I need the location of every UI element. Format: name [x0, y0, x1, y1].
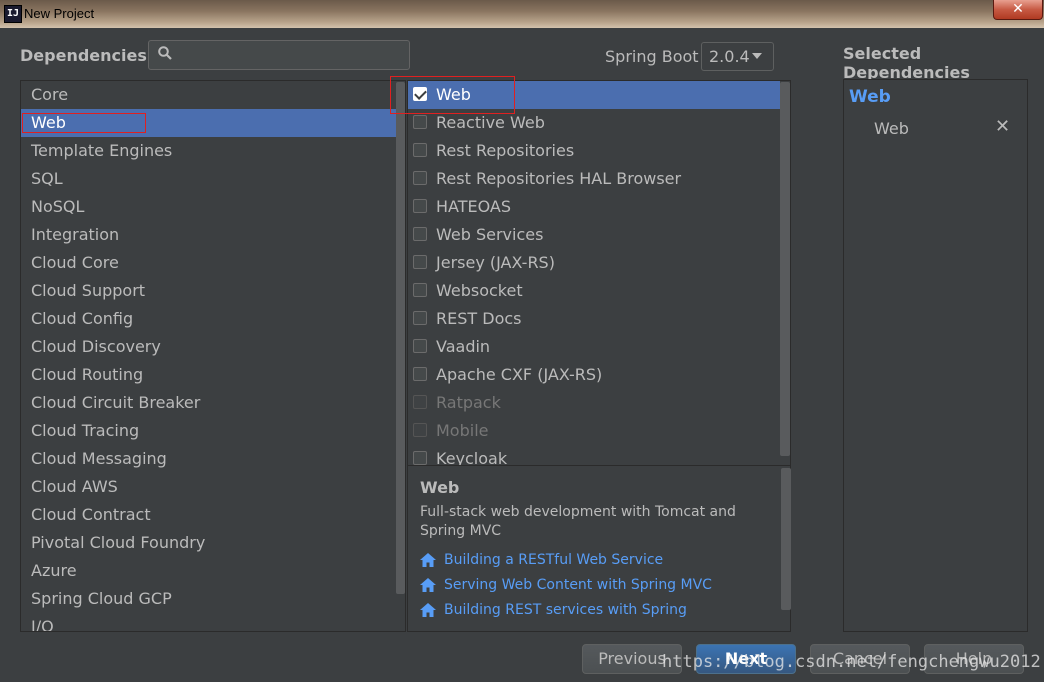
dependency-label: Websocket — [436, 281, 523, 300]
window-close-button[interactable]: ✕ — [993, 0, 1043, 20]
previous-button[interactable]: Previous — [582, 644, 682, 674]
dependency-item[interactable]: Web Services — [408, 221, 780, 249]
chevron-down-icon — [752, 53, 762, 59]
home-icon — [420, 578, 436, 592]
dependency-item[interactable]: Keycloak — [408, 445, 780, 466]
dependency-list[interactable]: Web Reactive Web Rest Repositories Rest Rep… — [407, 80, 791, 466]
dependency-checkbox[interactable] — [413, 255, 427, 269]
dependency-item[interactable]: Jersey (JAX-RS) — [408, 249, 780, 277]
dependency-item[interactable]: HATEOAS — [408, 193, 780, 221]
dependency-label: Rest Repositories — [436, 141, 575, 160]
dependency-checkbox[interactable] — [413, 115, 427, 129]
remove-dependency-icon[interactable]: ✕ — [995, 118, 1010, 136]
window-titlebar[interactable]: IJ New Project ✕ — [0, 0, 1044, 28]
dependency-checkbox[interactable] — [413, 283, 427, 297]
dependency-item[interactable]: Rest Repositories — [408, 137, 780, 165]
dependency-item[interactable]: Vaadin — [408, 333, 780, 361]
home-icon — [420, 553, 436, 567]
guide-link-label: Building REST services with Spring — [444, 602, 687, 618]
spring-boot-version-value: 2.0.4 — [709, 47, 750, 66]
description-text: Full-stack web development with Tomcat a… — [420, 504, 736, 539]
description-title: Web — [420, 478, 460, 497]
home-icon — [420, 603, 436, 617]
next-button[interactable]: Next — [696, 644, 796, 674]
dependency-checkbox[interactable] — [413, 227, 427, 241]
category-item[interactable]: Cloud Discovery — [21, 333, 405, 361]
dependency-item[interactable]: Rest Repositories HAL Browser — [408, 165, 780, 193]
dependency-label: REST Docs — [436, 309, 522, 328]
category-item[interactable]: SQL — [21, 165, 405, 193]
category-item[interactable]: NoSQL — [21, 193, 405, 221]
search-icon — [158, 46, 172, 60]
dependencies-label: Dependencies — [20, 46, 147, 65]
category-item[interactable]: Cloud AWS — [21, 473, 405, 501]
category-item[interactable]: Cloud Config — [21, 305, 405, 333]
category-item[interactable]: Cloud Contract — [21, 501, 405, 529]
dependency-list-scrollbar[interactable] — [780, 82, 790, 456]
category-item[interactable]: Cloud Circuit Breaker — [21, 389, 405, 417]
category-item[interactable]: Core — [21, 81, 405, 109]
selected-dependencies-label: Selected Dependencies — [843, 44, 970, 82]
dependency-checkbox[interactable] — [413, 143, 427, 157]
dependency-label: Mobile — [436, 421, 489, 440]
dependency-label: HATEOAS — [436, 197, 512, 216]
category-list-scrollbar[interactable] — [396, 82, 405, 594]
dependency-item[interactable]: Reactive Web — [408, 109, 780, 137]
selected-dependencies-panel — [843, 79, 1028, 632]
guide-link-label: Serving Web Content with Spring MVC — [444, 577, 712, 593]
dependency-item[interactable]: Websocket — [408, 277, 780, 305]
dependency-label: Ratpack — [436, 393, 501, 412]
category-item[interactable]: Spring Cloud GCP — [21, 585, 405, 613]
selected-group-title: Web — [849, 87, 891, 107]
description-scrollbar[interactable] — [781, 468, 791, 610]
category-item[interactable]: Integration — [21, 221, 405, 249]
category-item[interactable]: Cloud Tracing — [21, 417, 405, 445]
category-item[interactable]: Cloud Support — [21, 277, 405, 305]
intellij-app-icon: IJ — [4, 5, 22, 23]
category-item[interactable]: Azure — [21, 557, 405, 585]
dependency-label: Keycloak — [436, 449, 508, 466]
dependency-checkbox[interactable] — [413, 367, 427, 381]
category-item[interactable]: I/O — [21, 613, 405, 631]
help-button[interactable]: Help — [924, 644, 1024, 674]
dependency-checkbox[interactable] — [413, 451, 427, 465]
dependency-label: Web — [436, 85, 471, 104]
dependency-label: Reactive Web — [436, 113, 545, 132]
search-input[interactable] — [148, 40, 410, 70]
cancel-button[interactable]: Cancel — [810, 644, 910, 674]
category-item[interactable]: Cloud Core — [21, 249, 405, 277]
window-title: New Project — [24, 6, 95, 21]
category-item[interactable]: Cloud Routing — [21, 361, 405, 389]
category-item[interactable]: Web — [21, 109, 405, 137]
dependency-item: Mobile — [408, 417, 780, 445]
category-list[interactable]: Core Web Template Engines SQL NoSQL Integrati… — [20, 80, 406, 632]
category-item[interactable]: Pivotal Cloud Foundry — [21, 529, 405, 557]
dependency-checkbox[interactable] — [413, 311, 427, 325]
dependency-label: Jersey (JAX-RS) — [436, 253, 555, 272]
dependency-checkbox[interactable] — [413, 171, 427, 185]
guide-link-label: Building a RESTful Web Service — [444, 552, 664, 568]
dependency-checkbox[interactable] — [413, 339, 427, 353]
dependency-checkbox[interactable] — [413, 199, 427, 213]
dependency-label: Rest Repositories HAL Browser — [436, 169, 682, 188]
category-item[interactable]: Cloud Messaging — [21, 445, 405, 473]
dependency-label: Vaadin — [436, 337, 491, 356]
dependency-label: Apache CXF (JAX-RS) — [436, 365, 603, 384]
dependency-checkbox[interactable] — [413, 87, 427, 101]
dependency-checkbox — [413, 423, 427, 437]
dependency-item[interactable]: Web — [408, 81, 780, 109]
dependency-item[interactable]: Apache CXF (JAX-RS) — [408, 361, 780, 389]
dependency-checkbox — [413, 395, 427, 409]
category-item[interactable]: Template Engines — [21, 137, 405, 165]
dependency-label: Web Services — [436, 225, 544, 244]
dependency-item: Ratpack — [408, 389, 780, 417]
spring-boot-label: Spring Boot — [605, 47, 699, 66]
selected-dependency-item: Web — [874, 119, 909, 138]
dependency-item[interactable]: REST Docs — [408, 305, 780, 333]
